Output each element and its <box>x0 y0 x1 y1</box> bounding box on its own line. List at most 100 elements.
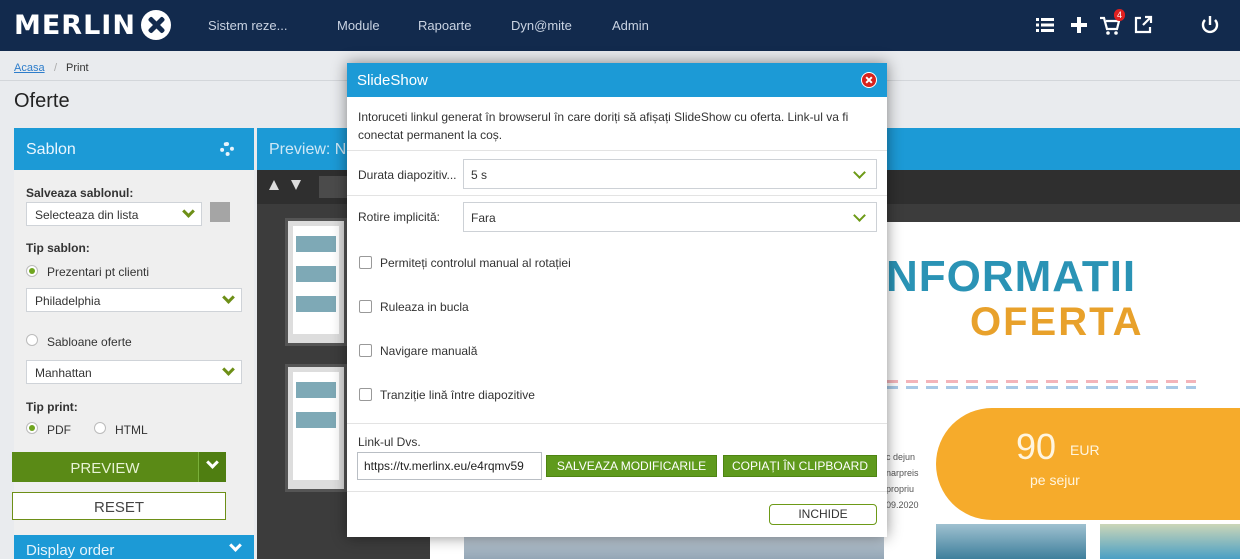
decorative-divider <box>886 386 1196 389</box>
radio-presentations-label: Prezentari pt clienti <box>47 265 150 279</box>
modal-header: SlideShow <box>347 63 887 97</box>
manual-rotation-checkbox[interactable] <box>359 256 372 269</box>
nav-item-admin[interactable]: Admin <box>612 18 649 33</box>
divider <box>347 491 887 492</box>
link-field[interactable] <box>357 452 542 480</box>
radio-offer-templates[interactable] <box>26 334 38 346</box>
thumbnail-image <box>296 266 336 282</box>
chevron-down-icon <box>222 291 235 304</box>
hotel-photo <box>936 524 1086 559</box>
modal-title: SlideShow <box>357 72 428 89</box>
page-title: Oferte <box>14 90 70 112</box>
manual-navigation-checkbox[interactable] <box>359 344 372 357</box>
thumbnail-image <box>296 236 336 252</box>
radio-presentations[interactable] <box>26 265 38 277</box>
slide-text-line: c dejun <box>886 452 916 462</box>
manual-navigation-label: Navigare manuală <box>380 344 478 358</box>
external-link-icon[interactable] <box>1131 13 1155 37</box>
slide-heading-offer: OFERTA <box>970 300 1144 344</box>
cart-count-badge: 4 <box>1114 9 1126 21</box>
thumbnail-page <box>293 226 339 334</box>
copy-to-clipboard-button[interactable]: COPIAȚI ÎN CLIPBOARD <box>723 455 877 477</box>
presentation-select-value: Philadelphia <box>35 294 101 308</box>
preview-button[interactable]: PREVIEW <box>12 452 226 482</box>
arrow-up-icon[interactable] <box>269 180 279 190</box>
save-template-label: Salveaza sablonul: <box>26 186 134 200</box>
merlinx-logo[interactable]: MERLIN <box>14 9 171 41</box>
chevron-down-icon <box>206 456 219 469</box>
chevron-down-icon <box>182 205 195 218</box>
edit-icon[interactable] <box>210 202 230 222</box>
radio-html[interactable] <box>94 422 106 434</box>
nav-item-reservation-system[interactable]: Sistem reze... <box>208 18 287 33</box>
loop-checkbox[interactable] <box>359 300 372 313</box>
save-template-select[interactable]: Selecteaza din lista <box>26 202 202 226</box>
default-rotation-value: Fara <box>471 211 496 225</box>
loop-label: Ruleaza in bucla <box>380 300 469 314</box>
modal-intro-text: Intoruceti linkul generat în browserul î… <box>358 110 849 142</box>
breadcrumb-separator: / <box>54 62 58 74</box>
nav-item-reports[interactable]: Rapoarte <box>418 18 471 33</box>
nav-item-dynamite[interactable]: Dyn@mite <box>511 18 572 33</box>
smooth-transition-checkbox[interactable] <box>359 388 372 401</box>
breadcrumb-current: Print <box>66 62 89 74</box>
chevron-down-icon <box>229 539 242 552</box>
price-value: 90 <box>1016 426 1057 467</box>
offer-template-select[interactable]: Manhattan <box>26 360 242 384</box>
slide-thumbnail[interactable] <box>285 364 347 492</box>
gear-icon[interactable] <box>220 142 234 156</box>
pool-photo <box>1100 524 1240 559</box>
divider <box>347 150 887 151</box>
slideshow-modal: SlideShow Intoruceti linkul generat în b… <box>347 63 887 537</box>
logo-text: MERLIN <box>14 9 136 41</box>
power-icon[interactable] <box>1198 13 1222 37</box>
top-navbar: MERLIN Sistem reze... Module Rapoarte Dy… <box>0 0 1240 51</box>
thumbnail-image <box>296 382 336 398</box>
chevron-down-icon <box>853 166 866 179</box>
slide-text-line: propriu <box>886 484 915 494</box>
smooth-transition-label: Tranziție lină între diapozitive <box>380 388 535 402</box>
default-rotation-label: Rotire implicită: <box>358 210 441 224</box>
print-type-label: Tip print: <box>26 400 78 414</box>
presentation-select[interactable]: Philadelphia <box>26 288 242 312</box>
chevron-down-icon <box>222 363 235 376</box>
divider <box>347 195 887 196</box>
template-panel-header: Sablon <box>14 128 254 170</box>
slide-text-line: narpreis <box>886 468 919 478</box>
breadcrumb-home-link[interactable]: Acasa <box>14 62 45 74</box>
price-unit: EUR <box>1070 442 1100 458</box>
close-icon[interactable] <box>861 72 877 88</box>
display-order-header[interactable]: Display order <box>14 535 254 559</box>
slide-text-line: 09.2020 <box>886 500 919 510</box>
close-button[interactable]: INCHIDE <box>769 504 877 525</box>
divider <box>347 423 887 424</box>
offer-template-select-value: Manhattan <box>35 366 92 380</box>
nav-item-modules[interactable]: Module <box>337 18 380 33</box>
slide-duration-select[interactable]: 5 s <box>463 159 877 189</box>
save-changes-button[interactable]: SALVEAZA MODIFICARILE <box>546 455 717 477</box>
logo-x-icon <box>140 10 171 40</box>
price-subtitle: pe sejur <box>1030 472 1080 488</box>
preview-dropdown-toggle[interactable] <box>198 452 226 482</box>
template-panel-title: Sablon <box>26 141 76 158</box>
decorative-divider <box>886 380 1196 383</box>
price-bubble: 90 EUR pe sejur <box>936 408 1240 520</box>
default-rotation-select[interactable]: Fara <box>463 202 877 232</box>
reset-button[interactable]: RESET <box>12 492 226 520</box>
template-type-label: Tip sablon: <box>26 241 90 255</box>
radio-pdf[interactable] <box>26 422 38 434</box>
preview-panel-title: Preview: N <box>269 141 347 158</box>
thumbnail-page <box>293 372 339 480</box>
plus-icon[interactable] <box>1067 13 1091 37</box>
reset-button-label: RESET <box>93 499 144 516</box>
arrow-down-icon[interactable] <box>291 180 301 190</box>
slide-heading-info: NFORMATII <box>886 252 1137 301</box>
list-icon[interactable] <box>1033 13 1057 37</box>
chevron-down-icon <box>853 209 866 222</box>
radio-pdf-label: PDF <box>47 423 71 437</box>
slide-duration-value: 5 s <box>471 168 488 182</box>
radio-offer-templates-label: Sabloane oferte <box>47 335 132 349</box>
save-template-select-value: Selecteaza din lista <box>35 208 139 222</box>
thumbnail-image <box>296 412 336 428</box>
slide-thumbnail[interactable] <box>285 218 347 346</box>
